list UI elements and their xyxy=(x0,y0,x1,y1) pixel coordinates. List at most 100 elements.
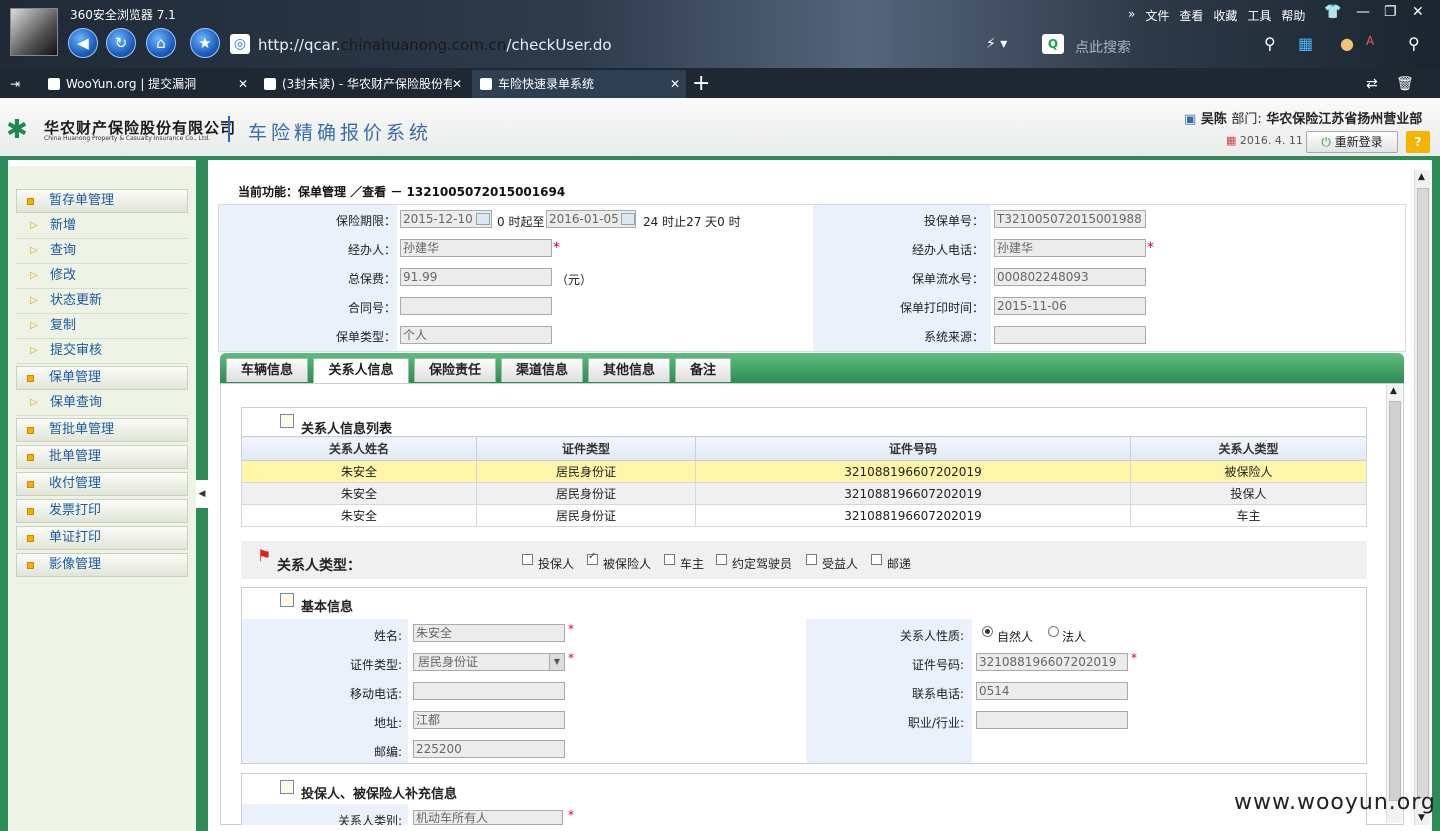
search-input[interactable]: 点此搜索 xyxy=(1075,37,1131,57)
close-window-button[interactable]: ✕ xyxy=(1412,4,1424,20)
sidebar-item[interactable]: ▷ 状态更新 xyxy=(16,290,188,314)
sidebar-group[interactable]: 发票打印 xyxy=(16,499,188,523)
table-row[interactable]: 朱安全 居民身份证 321088196607202019 车主 xyxy=(241,504,1367,527)
tab-scrollbar[interactable]: ▲ xyxy=(1386,385,1402,823)
tab-insurance-liability[interactable]: 保险责任 xyxy=(414,358,496,382)
column-header[interactable]: 关系人姓名 xyxy=(241,436,477,461)
collapse-sidebar-icon[interactable]: ◀ xyxy=(196,480,208,508)
maximize-button[interactable]: ❐ xyxy=(1384,4,1397,20)
id-no-field[interactable]: 321088196607202019 xyxy=(976,653,1128,671)
table-row[interactable]: 朱安全 居民身份证 321088196607202019 被保险人 xyxy=(241,460,1367,483)
tab-other-info[interactable]: 其他信息 xyxy=(588,358,670,382)
minimize-button[interactable]: — xyxy=(1356,4,1370,20)
translate-icon[interactable]: A xyxy=(1366,34,1374,48)
chevron-down-icon[interactable]: ▼ xyxy=(549,654,564,670)
skin-shirt-icon[interactable]: 👕 xyxy=(1324,4,1341,20)
tab-remarks[interactable]: 备注 xyxy=(675,358,731,382)
apps-grid-icon[interactable]: ▦ xyxy=(1298,34,1313,53)
user-avatar[interactable] xyxy=(10,8,58,56)
sidebar-group[interactable]: 单证打印 xyxy=(16,526,188,550)
source-field[interactable] xyxy=(994,326,1146,344)
calendar-icon[interactable] xyxy=(476,213,490,225)
policy-type-field[interactable]: 个人 xyxy=(400,326,552,344)
checkbox-mailing[interactable] xyxy=(871,554,882,565)
tab-quote-system[interactable]: 车险快速录单系统 ✕ xyxy=(472,70,686,98)
tab-close-icon[interactable]: ✕ xyxy=(238,70,248,98)
column-header[interactable]: 证件类型 xyxy=(476,436,696,461)
table-row[interactable]: 朱安全 居民身份证 321088196607202019 投保人 xyxy=(241,482,1367,505)
agent-field[interactable]: 孙建华 xyxy=(400,239,552,257)
sidebar-item[interactable]: ▷ 提交审核 xyxy=(16,340,188,364)
menu-help[interactable]: 帮助 xyxy=(1281,7,1305,24)
help-button[interactable]: ? xyxy=(1406,131,1430,153)
address-bar[interactable]: http://qcar.chinahuanong.com.cn/checkUse… xyxy=(258,36,612,54)
sidebar-group[interactable]: 影像管理 xyxy=(16,553,188,577)
radio-natural-person[interactable] xyxy=(982,626,993,637)
menu-tools[interactable]: 工具 xyxy=(1247,7,1271,24)
checkbox-applicant[interactable] xyxy=(522,554,533,565)
menu-file[interactable]: 文件 xyxy=(1145,7,1169,24)
home-button[interactable]: ⌂ xyxy=(146,28,176,58)
sidebar-group[interactable]: 批单管理 xyxy=(16,445,188,469)
sidebar-item[interactable]: ▷ 复制 xyxy=(16,315,188,339)
scroll-up-icon[interactable]: ▲ xyxy=(1418,172,1425,182)
column-header[interactable]: 证件号码 xyxy=(695,436,1131,461)
phone-field[interactable]: 0514 xyxy=(976,682,1128,700)
menu-favorites[interactable]: 收藏 xyxy=(1213,7,1237,24)
back-button[interactable]: ◀ xyxy=(68,28,98,58)
sidebar-splitter[interactable]: ◀ xyxy=(196,160,208,831)
zip-field[interactable]: 225200 xyxy=(413,740,565,758)
tab-vehicle-info[interactable]: 车辆信息 xyxy=(226,358,308,382)
tab-channel-info[interactable]: 渠道信息 xyxy=(501,358,583,382)
sidebar-toggle-icon[interactable]: ⇥ xyxy=(10,70,34,98)
relogin-button[interactable]: ⏻ 重新登录 xyxy=(1306,131,1398,153)
refresh-button[interactable]: ↻ xyxy=(106,28,136,58)
favorites-star-button[interactable]: ★ xyxy=(190,28,220,58)
tab-switch-icon[interactable]: ⇄ xyxy=(1366,70,1390,98)
scroll-thumb[interactable] xyxy=(1389,401,1401,801)
sidebar-item[interactable]: ▷ 新增 xyxy=(16,215,188,239)
checkbox-insured[interactable] xyxy=(587,551,598,565)
sidebar-group[interactable]: 暂批单管理 xyxy=(16,418,188,442)
id-type-select[interactable]: 居民身份证 xyxy=(413,653,565,671)
radio-legal-person[interactable] xyxy=(1048,626,1059,637)
checkbox-owner[interactable] xyxy=(664,554,675,565)
mobile-field[interactable] xyxy=(413,682,565,700)
speed-mode-icon[interactable]: ⚡ ▾ xyxy=(986,36,1007,52)
tab-wooyun[interactable]: WooYun.org | 提交漏洞 ✕ xyxy=(40,70,254,98)
rel-category-select[interactable]: 机动车所有人 xyxy=(413,810,563,825)
calendar-icon[interactable] xyxy=(621,213,635,225)
cookie-icon[interactable]: ● xyxy=(1340,34,1354,53)
sidebar-group[interactable]: 保单管理 xyxy=(16,366,188,390)
address-field[interactable]: 江都 xyxy=(413,711,565,729)
print-time-field[interactable]: 2015-11-06 xyxy=(994,297,1146,315)
sidebar-group[interactable]: 暂存单管理 xyxy=(16,189,188,213)
page-scrollbar[interactable]: ▲ ▼ xyxy=(1414,170,1430,825)
sidebar-item[interactable]: ▷ 查询 xyxy=(16,240,188,264)
menu-more-icon[interactable]: » xyxy=(1128,7,1135,24)
column-header[interactable]: 关系人类型 xyxy=(1130,436,1367,461)
checkbox-driver[interactable] xyxy=(716,554,727,565)
name-field[interactable]: 朱安全 xyxy=(413,624,565,642)
tab-close-icon[interactable]: ✕ xyxy=(451,70,462,98)
trash-icon[interactable]: 🗑 xyxy=(1396,70,1420,98)
contract-field[interactable] xyxy=(400,297,552,315)
menu-view[interactable]: 查看 xyxy=(1179,7,1203,24)
tab-relation-info[interactable]: 关系人信息 xyxy=(313,358,409,384)
tab-mail[interactable]: (3封未读) - 华农财产保险股份有 ✕ xyxy=(256,70,468,98)
scroll-up-icon[interactable]: ▲ xyxy=(1390,386,1397,396)
checkbox-beneficiary[interactable] xyxy=(806,554,817,565)
serial-field[interactable]: 000802248093 xyxy=(994,268,1146,286)
sidebar-item[interactable]: ▷ 保单查询 xyxy=(16,392,188,416)
premium-field[interactable]: 91.99 xyxy=(400,268,552,286)
search-engine-icon[interactable]: Q xyxy=(1042,34,1064,54)
site-info-icon[interactable]: ◎ xyxy=(230,34,250,54)
job-field[interactable] xyxy=(976,711,1128,729)
search-icon[interactable]: ⚲ xyxy=(1264,34,1276,53)
agent-phone-field[interactable]: 孙建华 xyxy=(994,239,1146,257)
new-tab-button[interactable]: + xyxy=(692,70,716,98)
scroll-thumb[interactable] xyxy=(1417,188,1429,798)
applicant-no-field[interactable]: T321005072015001988 xyxy=(994,210,1146,228)
tab-close-icon[interactable]: ✕ xyxy=(670,70,680,98)
sidebar-group[interactable]: 收付管理 xyxy=(16,472,188,496)
